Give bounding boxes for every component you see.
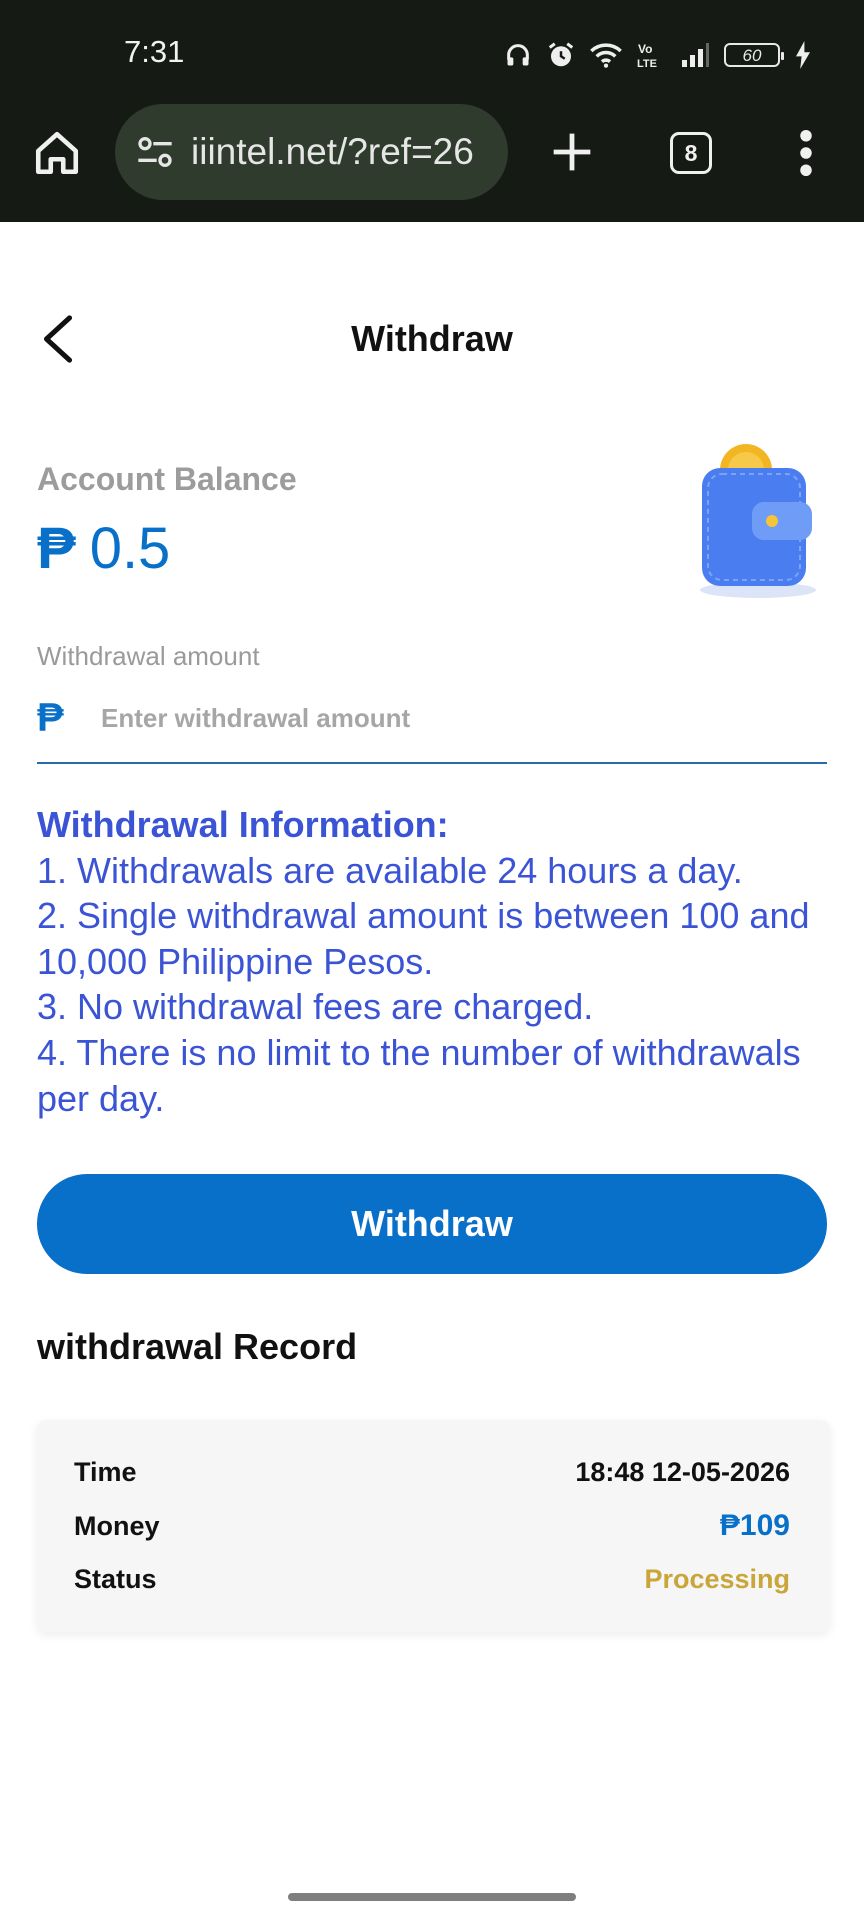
balance-currency: ₱ [37, 516, 76, 581]
battery-level: 60 [742, 46, 762, 65]
withdrawal-info: Withdrawal Information: 1. Withdrawals a… [37, 802, 827, 1121]
record-status-row: Status Processing [74, 1559, 790, 1599]
url-bar[interactable]: iiintel.net/?ref=26 [115, 104, 508, 200]
tab-switcher-button[interactable]: 8 [670, 132, 712, 174]
alarm-icon [548, 42, 574, 67]
status-time: 7:31 [124, 34, 185, 69]
home-icon[interactable] [32, 128, 82, 178]
withdrawal-amount-field: ₱ [37, 688, 827, 764]
withdrawal-amount-input[interactable] [101, 702, 801, 734]
gesture-navigation-bar[interactable] [288, 1893, 576, 1901]
withdrawal-info-title: Withdrawal Information: [37, 804, 449, 845]
withdrawal-currency: ₱ [37, 695, 64, 740]
app-header: Withdraw [0, 222, 864, 406]
withdraw-button[interactable]: Withdraw [37, 1174, 827, 1274]
wallet-icon [700, 444, 816, 598]
svg-text:LTE: LTE [637, 58, 657, 70]
url-text[interactable]: iiintel.net/?ref=26 [191, 131, 491, 173]
svg-text:Vo: Vo [638, 42, 652, 56]
content-area [0, 406, 864, 1920]
wifi-icon [590, 43, 622, 68]
browser-chrome: 7:31 Vo LTE 60 iiintel.net/?ref=26 8 [0, 0, 864, 222]
charging-icon [796, 41, 810, 69]
volte-icon: Vo LTE [637, 42, 657, 70]
withdrawal-info-line: 2. Single withdrawal amount is between 1… [37, 895, 810, 982]
record-status-label: Status [74, 1563, 157, 1594]
record-time-label: Time [74, 1456, 137, 1487]
balance-amount: ₱ 0.5 [37, 515, 170, 582]
more-menu-icon[interactable] [798, 130, 814, 176]
record-money-row: Money ₱109 [74, 1506, 790, 1546]
signal-icon [682, 43, 709, 67]
page-title: Withdraw [351, 318, 513, 359]
balance-label: Account Balance [37, 461, 297, 497]
record-money-label: Money [74, 1510, 160, 1541]
battery-icon: 60 [724, 43, 784, 67]
withdrawal-info-line: 3. No withdrawal fees are charged. [37, 986, 594, 1028]
withdrawal-record-card: Time 18:48 12-05-2026 Money ₱109 Status … [37, 1420, 830, 1632]
record-money-value: ₱109 [719, 1509, 790, 1542]
withdrawal-amount-label: Withdrawal amount [37, 641, 260, 671]
headphones-icon [507, 44, 529, 66]
withdrawal-info-line: 1. Withdrawals are available 24 hours a … [37, 849, 743, 891]
balance-value: 0.5 [89, 516, 171, 581]
status-icons: Vo LTE 60 [504, 38, 812, 72]
withdrawal-record-title: withdrawal Record [37, 1326, 358, 1367]
record-status-badge: Processing [644, 1563, 790, 1594]
record-time-row: Time 18:48 12-05-2026 [74, 1452, 790, 1492]
site-settings-icon[interactable] [135, 132, 175, 172]
withdrawal-info-line: 4. There is no limit to the number of wi… [37, 1031, 801, 1119]
new-tab-icon[interactable] [550, 130, 594, 174]
record-time-value: 18:48 12-05-2026 [575, 1456, 790, 1487]
